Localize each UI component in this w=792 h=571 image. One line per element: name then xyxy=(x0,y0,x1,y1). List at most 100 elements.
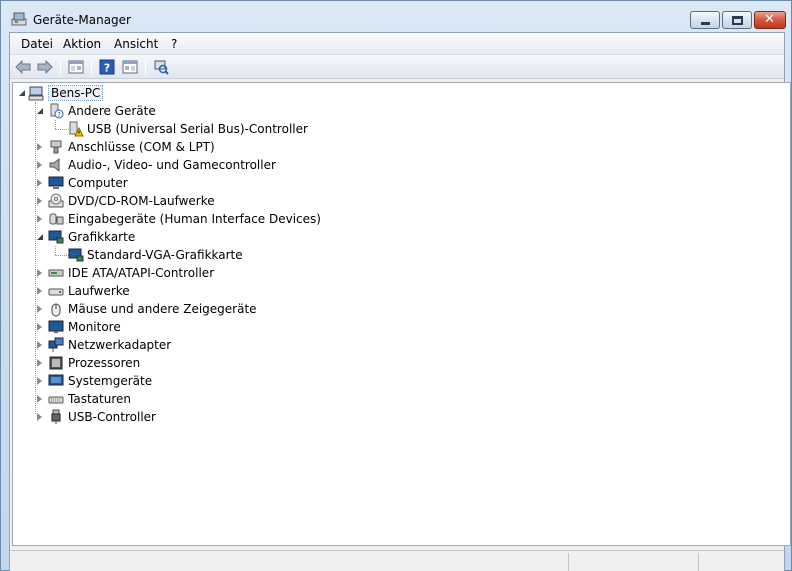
maximize-button[interactable] xyxy=(722,11,752,29)
action-view-icon xyxy=(122,60,138,74)
expand-toggle[interactable] xyxy=(37,413,42,421)
expand-toggle[interactable] xyxy=(37,269,42,277)
close-button[interactable]: ✕ xyxy=(754,11,786,29)
scan-hardware-icon xyxy=(154,60,169,75)
expand-toggle[interactable] xyxy=(37,377,42,385)
computer-icon xyxy=(28,86,44,101)
menu-help[interactable]: ? xyxy=(166,36,182,52)
minimize-button[interactable] xyxy=(690,11,720,29)
tree-child-usb-controller-warning[interactable]: USB (Universal Serial Bus)-Controller xyxy=(13,120,413,138)
tree-node-dvd[interactable]: DVD/CD-ROM-Laufwerke xyxy=(13,192,413,210)
tree-node-label: Netzwerkadapter xyxy=(68,338,172,352)
help-button[interactable]: ? xyxy=(97,58,117,76)
tree-node-systemgeraete[interactable]: Systemgeräte xyxy=(13,372,413,390)
properties-view-button[interactable] xyxy=(66,58,86,76)
expand-toggle[interactable] xyxy=(37,143,42,151)
tree-node-maeuse[interactable]: Mäuse und andere Zeigegeräte xyxy=(13,300,413,318)
expand-toggle[interactable] xyxy=(37,234,43,240)
window-title: Geräte-Manager xyxy=(33,13,131,27)
maximize-icon xyxy=(732,16,743,25)
action-view-button[interactable] xyxy=(120,58,140,76)
menu-datei[interactable]: Datei xyxy=(16,36,58,52)
scan-hardware-button[interactable] xyxy=(151,58,171,76)
status-bar xyxy=(10,550,784,571)
back-button[interactable] xyxy=(13,58,33,76)
toolbar-separator xyxy=(145,59,146,75)
tree-node-label: USB-Controller xyxy=(68,410,156,424)
display-adapter-icon xyxy=(48,230,64,244)
toolbar: ? xyxy=(10,55,784,79)
tree-node-hid[interactable]: Eingabegeräte (Human Interface Devices) xyxy=(13,210,413,228)
tree-child-standard-vga[interactable]: Standard-VGA-Grafikkarte xyxy=(13,246,413,264)
minimize-icon xyxy=(701,22,710,25)
display-adapter-icon xyxy=(68,248,84,262)
keyboard-icon xyxy=(48,396,64,404)
forward-icon xyxy=(37,60,53,74)
network-adapter-icon xyxy=(48,337,64,352)
tree-node-label: IDE ATA/ATAPI-Controller xyxy=(68,266,215,280)
tree-node-grafikkarte[interactable]: Grafikkarte xyxy=(13,228,413,246)
status-pane xyxy=(568,553,698,571)
device-tree[interactable]: Bens-PC ? Andere Geräte USB (Universal S… xyxy=(12,82,791,546)
processor-icon xyxy=(49,356,63,370)
expand-toggle[interactable] xyxy=(37,197,42,205)
back-icon xyxy=(15,60,31,74)
expand-toggle[interactable] xyxy=(37,108,43,114)
tree-node-ide[interactable]: IDE ATA/ATAPI-Controller xyxy=(13,264,413,282)
expand-toggle[interactable] xyxy=(37,179,42,187)
tree-node-label: Grafikkarte xyxy=(68,230,136,244)
forward-button[interactable] xyxy=(35,58,55,76)
expand-toggle[interactable] xyxy=(37,359,42,367)
tree-node-prozessoren[interactable]: Prozessoren xyxy=(13,354,413,372)
tree-node-anschluesse[interactable]: Anschlüsse (COM & LPT) xyxy=(13,138,413,156)
unknown-device-icon: ? xyxy=(50,103,64,119)
tree-node-label: Mäuse und andere Zeigegeräte xyxy=(68,302,257,316)
tree-node-netzwerkadapter[interactable]: Netzwerkadapter xyxy=(13,336,413,354)
tree-node-monitore[interactable]: Monitore xyxy=(13,318,413,336)
title-bar[interactable]: Geräte-Manager ✕ xyxy=(1,1,791,34)
device-manager-window: Geräte-Manager ✕ Datei Aktion Ansicht ? xyxy=(0,0,792,571)
tree-node-label: Audio-, Video- und Gamecontroller xyxy=(68,158,276,172)
expand-toggle[interactable] xyxy=(37,215,42,223)
expand-toggle[interactable] xyxy=(37,161,42,169)
tree-node-label: Prozessoren xyxy=(68,356,141,370)
tree-node-audio[interactable]: Audio-, Video- und Gamecontroller xyxy=(13,156,413,174)
tree-node-label: Systemgeräte xyxy=(68,374,153,388)
tree-node-andere-geraete[interactable]: ? Andere Geräte xyxy=(13,102,413,120)
menu-aktion[interactable]: Aktion xyxy=(58,36,106,52)
expand-toggle[interactable] xyxy=(37,395,42,403)
tree-root-label: Bens-PC xyxy=(48,85,104,101)
ide-controller-icon xyxy=(48,269,64,277)
tree-root[interactable]: Bens-PC xyxy=(13,84,313,102)
tree-node-computer[interactable]: Computer xyxy=(13,174,413,192)
dvd-drive-icon xyxy=(48,193,64,208)
warning-device-icon xyxy=(69,121,84,137)
close-icon: ✕ xyxy=(764,12,775,27)
help-icon: ? xyxy=(99,59,115,75)
expand-toggle[interactable] xyxy=(37,323,42,331)
toolbar-separator xyxy=(91,59,92,75)
device-manager-icon xyxy=(11,12,27,26)
toolbar-separator xyxy=(60,59,61,75)
port-icon xyxy=(50,140,62,154)
tree-node-label: Monitore xyxy=(68,320,121,334)
system-devices-icon xyxy=(48,374,64,386)
expand-toggle[interactable] xyxy=(37,287,42,295)
properties-view-icon xyxy=(68,60,84,74)
menu-bar: Datei Aktion Ansicht ? xyxy=(10,33,784,55)
menu-ansicht[interactable]: Ansicht xyxy=(109,36,163,52)
expand-toggle[interactable] xyxy=(37,305,42,313)
tree-node-label: DVD/CD-ROM-Laufwerke xyxy=(68,194,215,208)
tree-node-label: Anschlüsse (COM & LPT) xyxy=(68,140,215,154)
tree-node-label: Computer xyxy=(68,176,128,190)
svg-text:?: ? xyxy=(57,111,61,119)
tree-node-tastaturen[interactable]: Tastaturen xyxy=(13,390,413,408)
status-pane xyxy=(698,553,784,571)
expand-toggle[interactable] xyxy=(19,90,25,96)
usb-icon xyxy=(51,409,61,424)
svg-text:?: ? xyxy=(104,62,110,75)
tree-node-laufwerke[interactable]: Laufwerke xyxy=(13,282,413,300)
expand-toggle[interactable] xyxy=(37,341,42,349)
tree-node-usb-controller[interactable]: USB-Controller xyxy=(13,408,413,426)
tree-node-label: Laufwerke xyxy=(68,284,130,298)
